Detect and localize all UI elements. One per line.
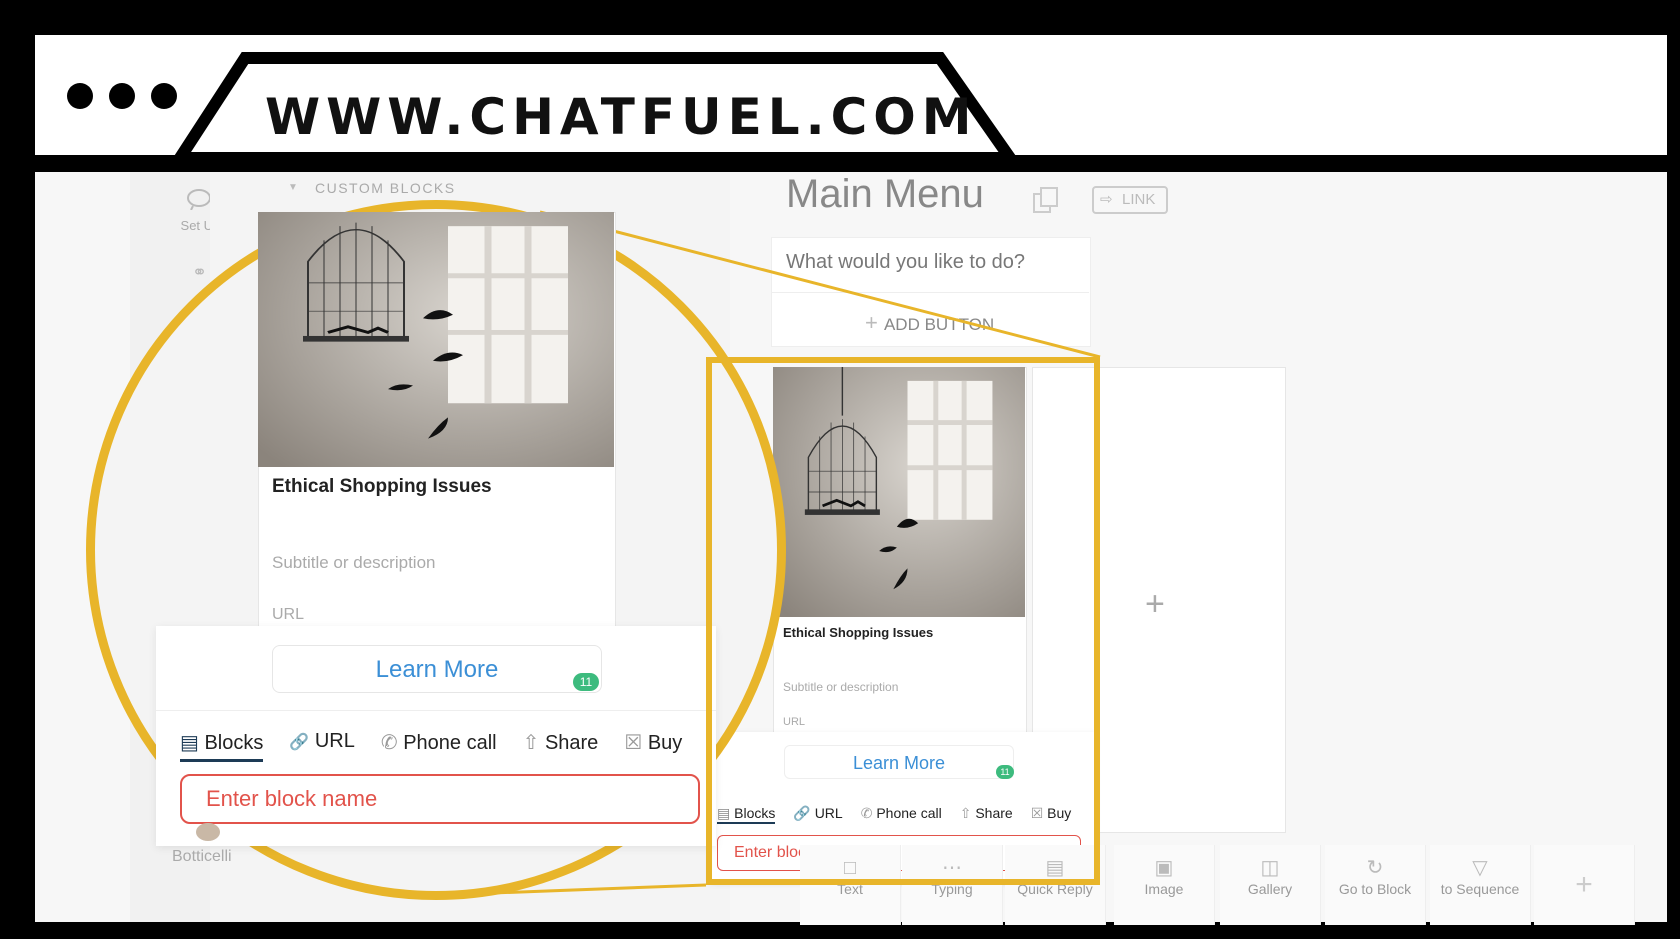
link-button-label: LINK — [1122, 191, 1156, 208]
tab-blocks[interactable]: ▤ Blocks — [180, 730, 264, 762]
toolbar-to-sequence-button[interactable]: ▽ to Sequence — [1430, 845, 1531, 925]
divider — [156, 710, 716, 711]
block-name-input-zoomed[interactable]: Enter block name — [180, 774, 700, 824]
blocks-icon: ▤ — [180, 732, 199, 754]
toolbar-label: Image — [1144, 881, 1184, 897]
window-dot-icon — [67, 83, 93, 109]
plus-icon: + — [865, 310, 884, 335]
address-bar-url[interactable]: WWW.CHATFUEL.COM — [265, 88, 978, 146]
avatar[interactable] — [196, 823, 220, 841]
tab-url[interactable]: 🔗 URL — [289, 730, 355, 762]
toolbar-label: Go to Block — [1338, 881, 1412, 897]
toolbar-image-button[interactable]: ▣ Image — [1114, 845, 1215, 925]
cart-icon: ☒ — [624, 732, 643, 754]
card-title-zoomed[interactable]: Ethical Shopping Issues — [272, 476, 492, 498]
window-dot-icon — [109, 83, 135, 109]
link-button[interactable]: ⇨ LINK — [1092, 186, 1168, 214]
tab-phone-call-label: Phone call — [403, 732, 497, 754]
link-arrow-icon: ⇨ — [1100, 191, 1113, 208]
card-subtitle-field-zoomed[interactable]: Subtitle or description — [272, 553, 435, 573]
custom-blocks-label: CUSTOM BLOCKS — [315, 180, 456, 196]
text-card-message[interactable]: What would you like to do? — [786, 251, 1025, 274]
birdcage-image-zoomed[interactable] — [258, 212, 614, 467]
tab-blocks-label: Blocks — [204, 732, 264, 754]
image-icon: ▣ — [1154, 857, 1174, 879]
toolbar-label: Gallery — [1247, 881, 1293, 897]
toolbar-go-to-block-button[interactable]: ↻ Go to Block — [1325, 845, 1426, 925]
toolbar-label: to Sequence — [1440, 881, 1520, 897]
tab-share-label: Share — [544, 732, 599, 754]
toolbar-add-button[interactable]: + — [1534, 845, 1635, 925]
toolbar-gallery-button[interactable]: ◫ Gallery — [1220, 845, 1321, 925]
phone-icon: ✆ — [380, 732, 398, 754]
filter-icon: ▽ — [1472, 857, 1488, 879]
go-to-block-icon: ↻ — [1366, 857, 1384, 879]
zoom-highlight-rect — [706, 357, 1100, 885]
window-dot-icon — [151, 83, 177, 109]
share-icon: ⇧ — [522, 732, 540, 754]
add-button-label: ADD BUTTON — [883, 315, 995, 334]
add-button[interactable]: + ADD BUTTON — [865, 310, 994, 336]
collapse-triangle-icon[interactable]: ▼ — [288, 182, 298, 193]
tab-buy[interactable]: ☒ Buy — [624, 730, 682, 762]
char-count-badge-zoomed: 11 — [573, 673, 599, 691]
button-type-tabs-zoomed: ▤ Blocks 🔗 URL ✆ Phone call ⇧ Share ☒ Bu… — [180, 730, 682, 762]
ai-brain-icon[interactable] — [185, 188, 213, 213]
divider — [771, 292, 1089, 293]
page-title[interactable]: Main Menu — [786, 172, 984, 217]
tab-phone-call[interactable]: ✆ Phone call — [381, 730, 497, 762]
sidebar-item-botticelli[interactable]: Botticelli — [172, 848, 232, 866]
card-url-field-zoomed[interactable]: URL — [272, 606, 304, 624]
tab-buy-label: Buy — [647, 732, 683, 754]
link-icon: 🔗 — [289, 734, 310, 751]
learn-more-button-zoomed[interactable]: Learn More — [272, 645, 602, 693]
tab-share[interactable]: ⇧ Share — [523, 730, 599, 762]
gallery-icon: ◫ — [1260, 857, 1280, 879]
plus-icon[interactable]: + — [1145, 585, 1165, 624]
copy-icon[interactable] — [1032, 186, 1060, 214]
tab-url-label: URL — [314, 730, 355, 752]
